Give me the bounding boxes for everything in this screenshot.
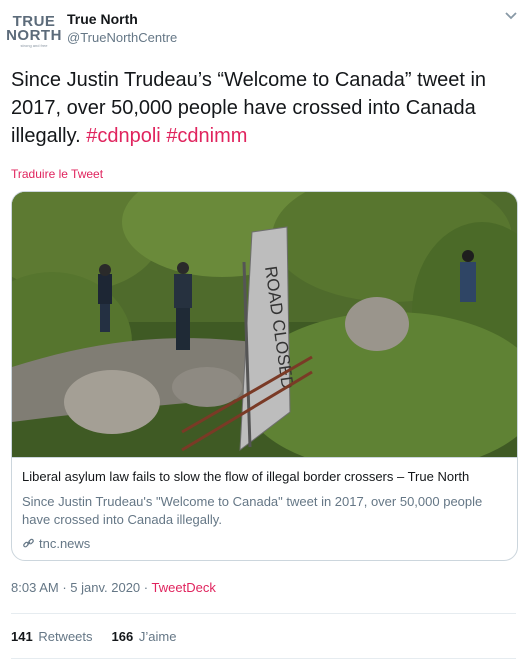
divider xyxy=(11,613,516,614)
likes-stat[interactable]: 166 J’aime xyxy=(112,629,177,644)
divider xyxy=(11,658,516,659)
avatar-tagline: strong and free xyxy=(20,43,48,48)
card-description: Since Justin Trudeau's "Welcome to Canad… xyxy=(22,494,483,527)
link-icon xyxy=(23,538,34,548)
separator: · xyxy=(62,580,67,595)
avatar-logo-line2: NORTH xyxy=(6,27,62,44)
tweet-timestamp: 8:03 AM · 5 janv. 2020 · TweetDeck xyxy=(11,580,216,595)
tweet-source[interactable]: TweetDeck xyxy=(152,580,216,595)
card-domain-text: tnc.news xyxy=(39,536,91,551)
card-body: Liberal asylum law fails to slow the flo… xyxy=(12,457,517,560)
tweet-text: Since Justin Trudeau’s “Welcome to Canad… xyxy=(11,66,519,150)
card-image: ROAD CLOSED xyxy=(12,192,517,457)
display-name[interactable]: True North xyxy=(67,11,138,27)
likes-label: J’aime xyxy=(138,629,177,644)
retweets-label: Retweets xyxy=(38,629,93,644)
likes-count: 166 xyxy=(111,629,134,644)
user-handle[interactable]: @TrueNorthCentre xyxy=(67,30,177,45)
hashtag-cdnpoli[interactable]: #cdnpoli xyxy=(86,125,161,147)
tweet-time[interactable]: 8:03 AM xyxy=(11,580,59,595)
link-card[interactable]: ROAD CLOSED Liberal asylum law fails to … xyxy=(11,191,518,561)
hashtag-cdnimm[interactable]: #cdnimm xyxy=(166,125,247,147)
tweet-stats: 141 Retweets 166 J’aime xyxy=(11,629,195,644)
tweet-date[interactable]: 5 janv. 2020 xyxy=(70,580,140,595)
card-domain[interactable]: tnc.news xyxy=(22,536,90,551)
chevron-down-icon[interactable] xyxy=(503,10,519,22)
translate-link[interactable]: Traduire le Tweet xyxy=(11,167,103,181)
tweet-body: Since Justin Trudeau’s “Welcome to Canad… xyxy=(11,69,487,147)
tweet-header: TRUE NORTH strong and free True North @T… xyxy=(6,8,519,56)
separator: · xyxy=(143,580,149,595)
retweets-count: 141 xyxy=(11,629,33,644)
retweets-stat[interactable]: 141 Retweets xyxy=(11,629,93,644)
card-title[interactable]: Liberal asylum law fails to slow the flo… xyxy=(22,469,510,484)
avatar[interactable]: TRUE NORTH strong and free xyxy=(6,8,61,56)
